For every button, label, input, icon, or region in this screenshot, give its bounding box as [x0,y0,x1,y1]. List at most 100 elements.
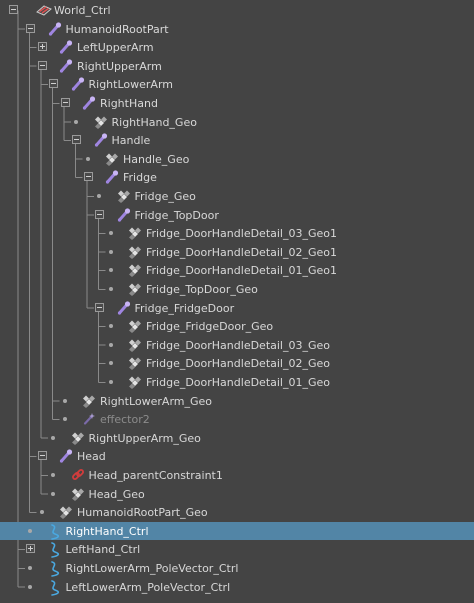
leaf-dot-icon [108,380,113,384]
collapse-icon[interactable] [9,5,18,14]
outliner-row[interactable]: RightLowerArm_Geo [0,392,474,411]
outliner-row[interactable]: RightLowerArm_PoleVector_Ctrl [0,559,474,578]
mesh-icon [128,226,142,241]
nurbs-curve-icon [48,542,62,559]
outliner-row[interactable]: Fridge_FridgeDoor [0,299,474,318]
outliner-row[interactable]: World_Ctrl [0,1,474,20]
leaf-dot-icon [28,566,32,570]
leaf-dot-icon [51,473,55,477]
outliner-row[interactable]: HumanoidRootPart_Geo [0,503,474,522]
constraint-icon [71,468,85,482]
outliner-item-label: RightHand [100,97,158,110]
joint-icon [82,96,96,110]
joint-icon [59,40,73,54]
outliner-item-label: RightUpperArm_Geo [88,431,201,445]
outliner-row[interactable]: LeftUpperArm [0,38,474,57]
outliner-row[interactable]: effector2 [0,410,474,429]
mesh-icon [128,263,142,278]
leaf-dot-icon [108,287,113,291]
leaf-dot-icon [108,342,113,347]
outliner-item-label: RightLowerArm_Geo [100,394,213,408]
outliner-item-label: Fridge_DoorHandleDetail_02_Geo1 [146,245,338,259]
mesh-icon [82,394,96,408]
leaf-dot-icon [108,249,113,254]
outliner-row[interactable]: RightHand_Ctrl [0,521,474,541]
outliner-row[interactable]: Fridge_DoorHandleDetail_01_Geo1 [0,261,474,280]
outliner-item-label: Fridge_Geo [134,190,196,203]
collapse-icon[interactable] [26,23,35,33]
nurbs-curve-icon [48,561,62,577]
outliner-row[interactable]: Head_Geo [0,485,474,504]
outliner-item-label: Fridge_DoorHandleDetail_03_Geo1 [146,227,338,241]
leaf-dot-icon [51,491,55,496]
outliner-item-label: LeftLowerArm_PoleVector_Ctrl [65,580,231,594]
outliner-row[interactable]: HumanoidRootPart [0,20,474,39]
collapse-icon[interactable] [72,135,81,145]
outliner-item-label: RightLowerArm [88,78,174,92]
outliner-item-label: Fridge [123,171,157,185]
outliner-row[interactable]: RightUpperArm [0,57,474,76]
leaf-dot-icon [108,231,113,236]
joint-icon [71,77,85,91]
collapse-icon[interactable] [95,302,104,312]
mesh-icon [94,115,108,129]
outliner-item-label: effector2 [100,413,150,427]
outliner-panel[interactable]: World_Ctrl HumanoidRootPart LeftUpperArm… [0,0,474,603]
outliner-item-label: Fridge_DoorHandleDetail_03_Geo [146,338,331,352]
outliner-row[interactable]: RightHand [0,94,474,113]
outliner-row[interactable]: Fridge_TopDoor [0,206,474,225]
world-transform-icon [36,3,52,17]
outliner-item-label: LeftUpperArm [77,41,154,55]
outliner-row[interactable]: RightUpperArm_Geo [0,429,474,448]
joint-icon [59,59,73,73]
mesh-icon [128,338,142,352]
expand-icon[interactable] [37,42,47,52]
mesh-icon [71,431,85,445]
leaf-dot-icon [51,435,55,440]
outliner-row[interactable]: LeftLowerArm_PoleVector_Ctrl [0,578,474,597]
outliner-item-label: Fridge_DoorHandleDetail_02_Geo [146,357,331,371]
mesh-icon [59,505,73,520]
outliner-item-label: Fridge_FridgeDoor_Geo [146,320,274,334]
outliner-row[interactable]: Head [0,447,474,466]
outliner-row[interactable]: Fridge_DoorHandleDetail_03_Geo1 [0,224,474,243]
outliner-row[interactable]: Head_parentConstraint1 [0,466,474,485]
outliner-row[interactable]: LeftHand_Ctrl [0,540,474,559]
outliner-item-label: RightHand_Ctrl [65,524,149,538]
collapse-icon[interactable] [83,172,93,182]
nurbs-curve-icon [48,523,62,540]
outliner-row[interactable]: Fridge_DoorHandleDetail_03_Geo [0,336,474,355]
outliner-row[interactable]: Fridge_DoorHandleDetail_02_Geo1 [0,243,474,262]
outliner-row[interactable]: RightLowerArm [0,75,474,94]
outliner-row[interactable]: Fridge [0,168,474,187]
collapse-icon[interactable] [37,60,47,70]
outliner-item-label: World_Ctrl [54,4,111,17]
leaf-dot-icon [62,417,67,422]
outliner-item-label: Fridge_DoorHandleDetail_01_Geo1 [146,264,338,278]
mesh-icon [128,282,142,296]
outliner-row[interactable]: RightHand_Geo [0,113,474,132]
outliner-row[interactable]: Fridge_TopDoor_Geo [0,280,474,299]
collapse-icon[interactable] [95,209,104,219]
expand-icon[interactable] [26,544,35,554]
outliner-row[interactable]: Handle [0,131,474,150]
outliner-row[interactable]: Fridge_DoorHandleDetail_01_Geo [0,373,474,392]
outliner-item-label: Handle [111,134,151,148]
mesh-icon [128,375,142,389]
joint-icon [59,449,73,463]
outliner-item-label: HumanoidRootPart [65,22,169,36]
mesh-icon [128,319,142,334]
mesh-icon [128,356,142,371]
collapse-icon[interactable] [37,451,47,461]
mesh-icon [105,152,119,166]
collapse-icon[interactable] [49,79,58,89]
outliner-row[interactable]: Fridge_FridgeDoor_Geo [0,317,474,336]
outliner-item-label: Fridge_TopDoor_Geo [146,283,258,296]
outliner-item-label: Fridge_FridgeDoor [134,301,235,315]
outliner-item-label: Handle_Geo [123,152,190,166]
outliner-row[interactable]: Fridge_Geo [0,187,474,206]
outliner-row[interactable]: Handle_Geo [0,150,474,169]
leaf-dot-icon [108,268,113,273]
collapse-icon[interactable] [60,98,70,107]
outliner-row[interactable]: Fridge_DoorHandleDetail_02_Geo [0,354,474,373]
